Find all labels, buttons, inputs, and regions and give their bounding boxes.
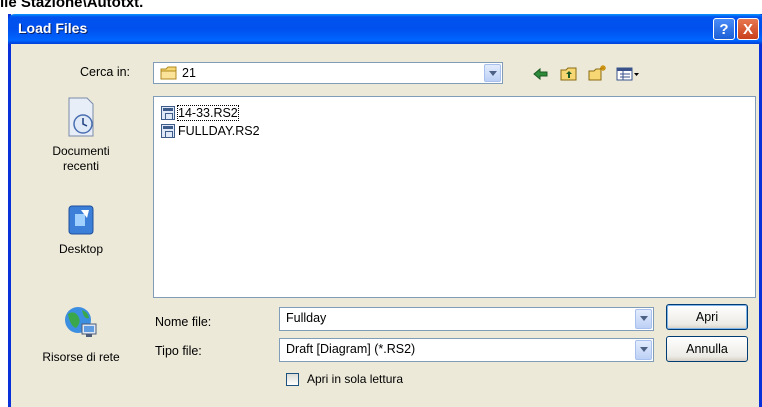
- open-button[interactable]: Apri: [666, 304, 748, 330]
- recent-documents-icon: [36, 96, 126, 144]
- network-places-icon: [36, 302, 126, 350]
- place-network[interactable]: Risorse di rete: [36, 302, 126, 365]
- file-list[interactable]: 14-33.RS2 FULLDAY.RS2: [153, 96, 756, 298]
- file-name-input[interactable]: Fullday: [279, 307, 654, 331]
- close-button[interactable]: X: [737, 18, 759, 40]
- cancel-button[interactable]: Annulla: [666, 336, 748, 362]
- list-item[interactable]: FULLDAY.RS2: [161, 122, 260, 139]
- look-in-dropdown[interactable]: 21: [153, 62, 503, 84]
- place-label: Desktop: [58, 242, 104, 256]
- file-type-dropdown[interactable]: Draft [Diagram] (*.RS2): [279, 338, 654, 362]
- desktop-icon: [36, 204, 126, 242]
- back-arrow-icon[interactable]: [531, 64, 551, 84]
- new-folder-icon[interactable]: [587, 64, 607, 84]
- look-in-value: 21: [182, 66, 196, 80]
- title-bar[interactable]: Load Files ? X: [8, 14, 762, 44]
- place-recent-documents[interactable]: Documenti recenti: [36, 96, 126, 174]
- file-name: 14-33.RS2: [177, 104, 239, 121]
- chevron-down-icon[interactable]: [635, 340, 652, 360]
- file-name-value: Fullday: [286, 311, 327, 325]
- chevron-down-icon[interactable]: [484, 64, 501, 82]
- load-files-dialog: Load Files ? X Cerca in: 21 Documenti re…: [8, 14, 762, 407]
- list-item[interactable]: 14-33.RS2: [161, 104, 239, 121]
- help-button[interactable]: ?: [713, 18, 735, 40]
- place-desktop[interactable]: Desktop: [36, 204, 126, 257]
- chevron-down-icon[interactable]: [635, 309, 652, 329]
- place-label: Risorse di rete: [42, 350, 120, 364]
- file-name: FULLDAY.RS2: [178, 123, 260, 138]
- folder-icon: [160, 66, 178, 85]
- rs2-file-icon: [161, 105, 175, 120]
- file-type-value: Draft [Diagram] (*.RS2): [286, 342, 416, 356]
- read-only-checkbox[interactable]: [286, 373, 299, 386]
- file-type-label: Tipo file:: [155, 344, 202, 358]
- place-label: Documenti recenti: [52, 144, 110, 173]
- dialog-title: Load Files: [18, 20, 88, 36]
- file-name-label: Nome file:: [155, 315, 212, 329]
- document-heading-fragment: ile Stazione\Autotxt.: [0, 0, 144, 11]
- rs2-file-icon: [161, 123, 175, 138]
- read-only-label: Apri in sola lettura: [307, 372, 404, 386]
- look-in-label: Cerca in:: [80, 65, 131, 79]
- view-menu-icon[interactable]: [615, 64, 641, 84]
- up-one-level-icon[interactable]: [559, 64, 579, 84]
